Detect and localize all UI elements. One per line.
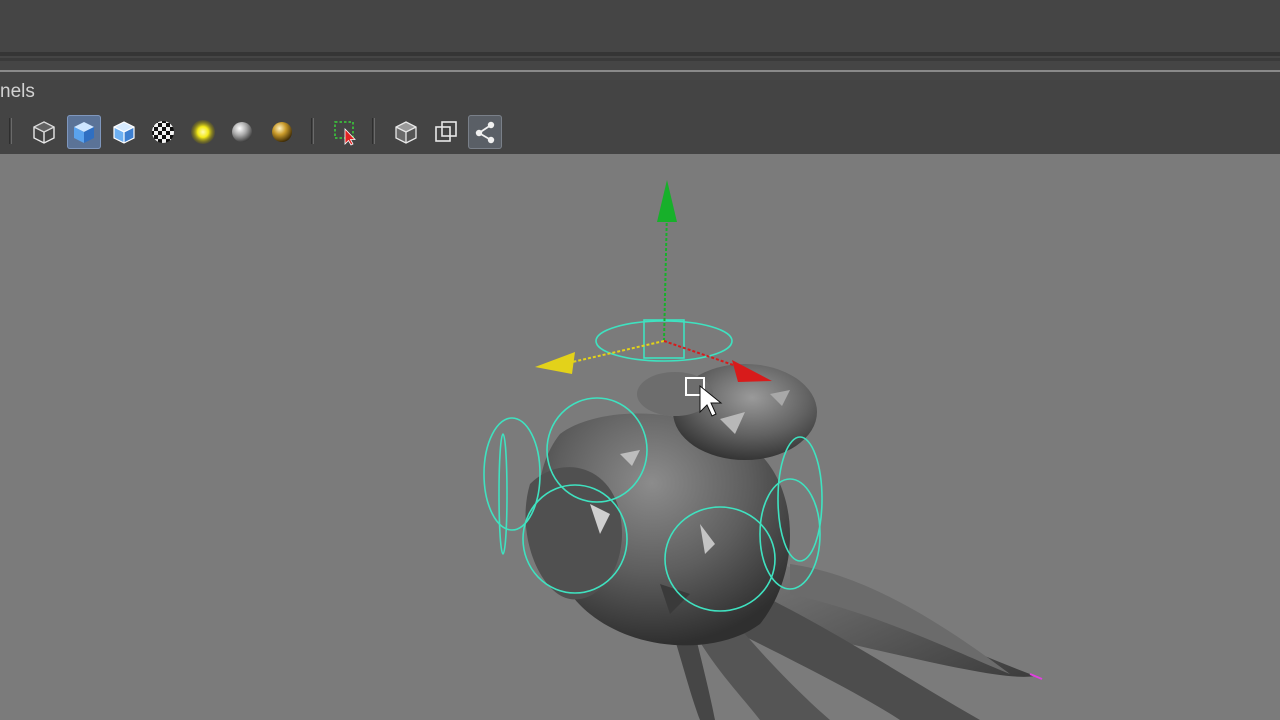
select-marquee-icon[interactable]	[328, 115, 362, 149]
gold-shaded-sphere-icon[interactable]	[265, 115, 299, 149]
viewport-toolbar	[0, 110, 1280, 154]
viewport-scene	[483, 180, 1043, 720]
xray-overlap-icon[interactable]	[429, 115, 463, 149]
smooth-shade-cube-icon[interactable]	[67, 115, 101, 149]
y-axis-handle[interactable]	[657, 180, 677, 222]
wireframe-cube-icon[interactable]	[27, 115, 61, 149]
wireframe-on-shaded-cube-icon[interactable]	[107, 115, 141, 149]
share-nodes-icon[interactable]	[468, 115, 502, 149]
move-manipulator[interactable]	[535, 180, 772, 382]
3d-viewport[interactable]	[0, 154, 1280, 720]
toolbar-separator	[372, 118, 376, 144]
joint-marker	[1029, 673, 1043, 680]
isolate-select-cube-icon[interactable]	[389, 115, 423, 149]
toolbar-separator	[9, 118, 13, 144]
z-axis-handle[interactable]	[535, 352, 575, 374]
panels-menu[interactable]: nels	[0, 80, 35, 104]
z-axis-line	[567, 340, 665, 364]
main-menu-area	[0, 0, 1280, 80]
separator-groove	[0, 52, 1280, 56]
separator-highlight	[0, 70, 1280, 72]
checker-texture-icon[interactable]	[146, 115, 180, 149]
default-light-icon[interactable]	[186, 115, 220, 149]
separator-groove	[0, 58, 1280, 61]
grey-shaded-sphere-icon[interactable]	[225, 115, 259, 149]
panel-menu-bar: nels	[0, 80, 1280, 106]
toolbar-separator	[311, 118, 315, 144]
